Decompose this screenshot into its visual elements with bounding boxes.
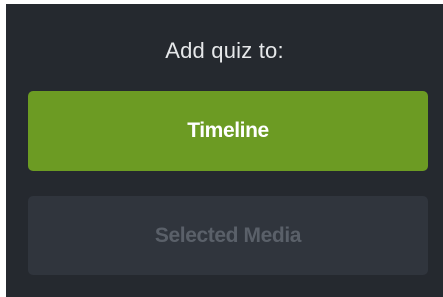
timeline-button-label: Timeline: [187, 119, 269, 142]
selected-media-button[interactable]: Selected Media: [28, 196, 428, 275]
add-quiz-panel: Add quiz to: Timeline Selected Media: [6, 4, 443, 297]
add-quiz-title: Add quiz to:: [165, 38, 284, 63]
timeline-button[interactable]: Timeline: [28, 91, 428, 171]
selected-media-button-label: Selected Media: [154, 223, 302, 247]
